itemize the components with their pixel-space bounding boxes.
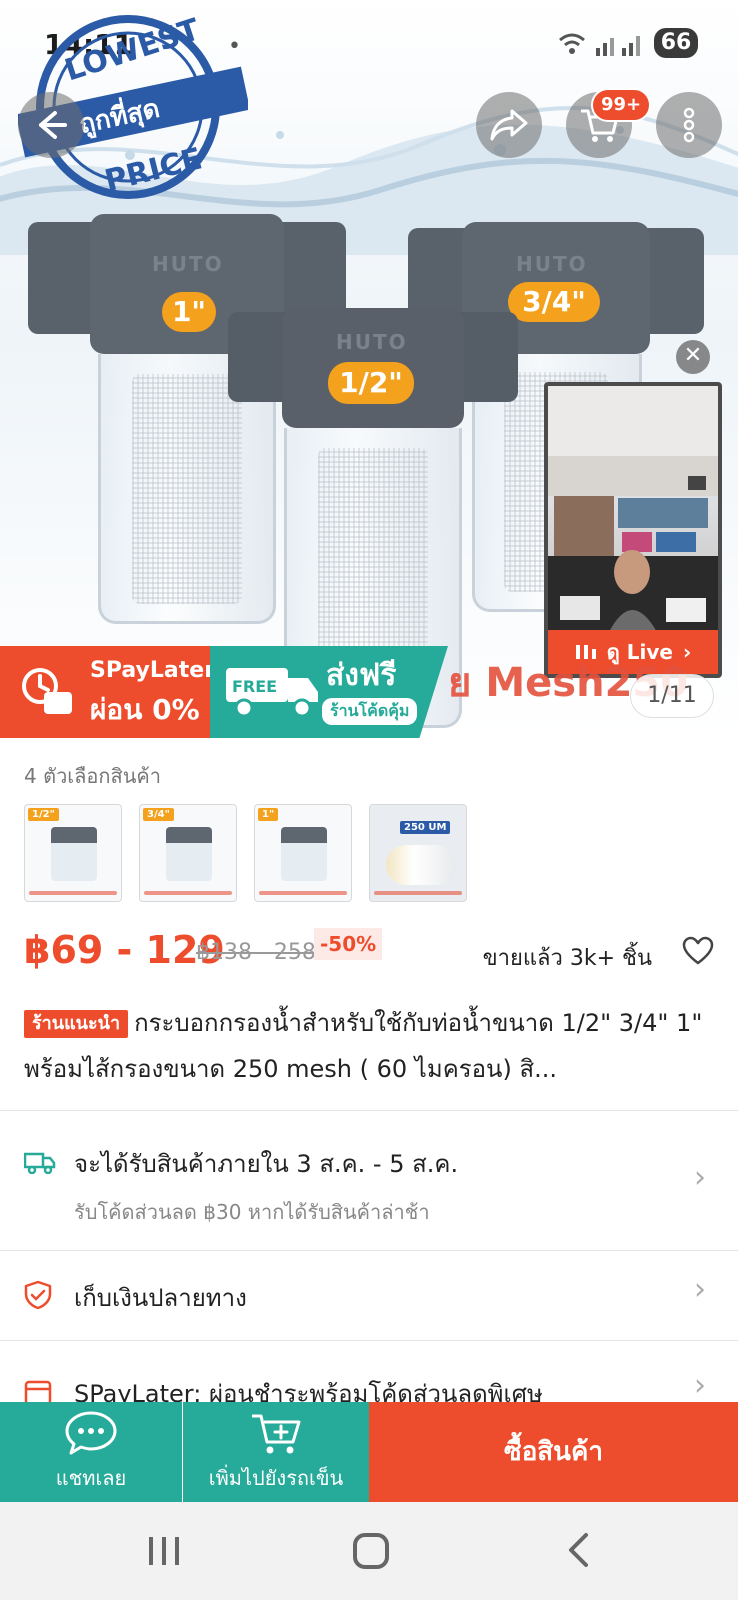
chevron-right-icon: ›: [694, 1160, 706, 1195]
arrow-left-icon: [39, 111, 67, 139]
heart-icon[interactable]: [682, 936, 714, 966]
shipping-info-row[interactable]: จะได้รับสินค้าภายใน 3 ส.ค. - 5 ส.ค. รับโ…: [0, 1110, 738, 1250]
sold-count: ขายแล้ว 3k+ ชิ้น: [482, 946, 652, 971]
variant-thumbnail[interactable]: 1/2": [24, 804, 122, 902]
chevron-right-icon: ›: [694, 1272, 706, 1307]
size-badge: 1/2": [328, 362, 414, 404]
add-to-cart-label: เพิ่มไปยังรถเข็น: [208, 1466, 344, 1490]
truck-icon: [24, 1152, 56, 1174]
live-stream-preview[interactable]: ดู Live ›: [544, 382, 722, 678]
live-video-frame: [548, 386, 718, 634]
back-button[interactable]: [18, 92, 84, 158]
chat-bubble-icon: [65, 1411, 117, 1455]
battery-indicator: 66: [654, 28, 698, 58]
size-badge: 1": [162, 292, 216, 332]
svg-text:LOWEST: LOWEST: [61, 12, 205, 88]
cash-on-delivery-row[interactable]: เก็บเงินปลายทาง ›: [0, 1250, 738, 1340]
product-title: ร้านแนะนำ กระบอกกรองน้ำสำหรับใช้กับท่อน้ำ…: [24, 1000, 714, 1092]
brand-label: HUTO: [152, 252, 224, 276]
product-image-carousel[interactable]: HUTO 1" HUTO 3/4" HUTO 1/2" 14:11 • 66 L…: [0, 0, 738, 738]
close-icon: ✕: [683, 343, 703, 368]
shield-check-icon: [24, 1280, 52, 1310]
variant-thumbnail-list: 1/2" 3/4" 1" 250 UM: [24, 804, 467, 902]
share-icon: [490, 109, 528, 141]
variant-size-tag: 1/2": [28, 808, 59, 821]
discount-badge: -50%: [314, 928, 383, 960]
cart-count-badge: 99+: [591, 88, 652, 122]
variant-thumbnail[interactable]: 250 UM: [369, 804, 467, 902]
variant-count-label: 4 ตัวเลือกสินค้า: [24, 764, 162, 788]
buy-now-button[interactable]: ซื้อสินค้า: [369, 1402, 738, 1502]
free-shipping-promo-banner: FREE ส่งฟรี ร้านโค้ดคุ้ม: [210, 646, 448, 738]
svg-text:FREE: FREE: [232, 677, 277, 696]
shop-coupon-label: ร้านโค้ดคุ้ม: [322, 698, 418, 725]
image-counter: 1/11: [630, 674, 714, 718]
system-navigation-bar: [0, 1502, 738, 1600]
variant-size-tag: 250 UM: [400, 821, 451, 834]
spaylater-label: SPayLater: [90, 658, 216, 683]
calendar-wallet-icon: [24, 1380, 52, 1402]
brand-label: HUTO: [336, 330, 408, 354]
chevron-right-icon: ›: [694, 1368, 706, 1402]
recent-apps-icon[interactable]: [146, 1534, 182, 1568]
variant-thumbnail[interactable]: 3/4": [139, 804, 237, 902]
clock-wallet-icon: [22, 668, 72, 714]
variant-footer-strip: [29, 891, 117, 895]
variant-size-tag: 1": [258, 808, 279, 821]
variant-footer-strip: [374, 891, 462, 895]
close-live-button[interactable]: ✕: [676, 340, 710, 374]
chat-label: แชทเลย: [55, 1466, 127, 1490]
spaylater-row[interactable]: SPayLater: ผ่อนชำระพร้อมโค้ดส่วนลดพิเศษ …: [0, 1340, 738, 1402]
more-options-button[interactable]: [656, 92, 722, 158]
late-delivery-voucher: รับโค้ดส่วนลด ฿30 หากได้รับสินค้าล่าช้า: [74, 1200, 430, 1224]
original-price: ฿138 - 258: [196, 940, 316, 965]
bottom-action-bar: แชทเลย เพิ่มไปยังรถเข็น ซื้อสินค้า: [0, 1402, 738, 1502]
brand-label: HUTO: [516, 252, 588, 276]
spaylater-label: SPayLater: ผ่อนชำระพร้อมโค้ดส่วนลดพิเศษ: [74, 1380, 543, 1402]
more-vertical-icon: [683, 107, 695, 143]
home-icon[interactable]: [352, 1532, 390, 1570]
preferred-shop-tag: ร้านแนะนำ: [24, 1010, 129, 1038]
free-shipping-label: ส่งฟรี: [326, 658, 397, 693]
current-price: ฿69 - 129: [24, 928, 225, 972]
add-cart-icon: [252, 1414, 301, 1454]
installment-zero-label: ผ่อน 0%: [90, 693, 200, 726]
chat-button[interactable]: แชทเลย: [0, 1402, 182, 1502]
delivery-date: จะได้รับสินค้าภายใน 3 ส.ค. - 5 ส.ค.: [74, 1150, 459, 1178]
variant-footer-strip: [259, 891, 347, 895]
size-badge: 3/4": [508, 282, 600, 322]
signal-icon: [559, 33, 640, 56]
variant-product-image: [51, 827, 97, 881]
spaylater-promo-banner: SPayLater ผ่อน 0%: [0, 646, 215, 738]
variant-product-image: [281, 827, 327, 881]
filter-cartridge-image: [386, 845, 456, 885]
back-nav-icon[interactable]: [566, 1532, 590, 1568]
cod-label: เก็บเงินปลายทาง: [74, 1284, 247, 1312]
share-button[interactable]: [476, 92, 542, 158]
variant-size-tag: 3/4": [143, 808, 174, 821]
variant-footer-strip: [144, 891, 232, 895]
add-to-cart-button[interactable]: เพิ่มไปยังรถเข็น: [183, 1402, 369, 1502]
variant-thumbnail[interactable]: 1": [254, 804, 352, 902]
delivery-truck-icon: FREE: [226, 668, 318, 718]
variant-product-image: [166, 827, 212, 881]
